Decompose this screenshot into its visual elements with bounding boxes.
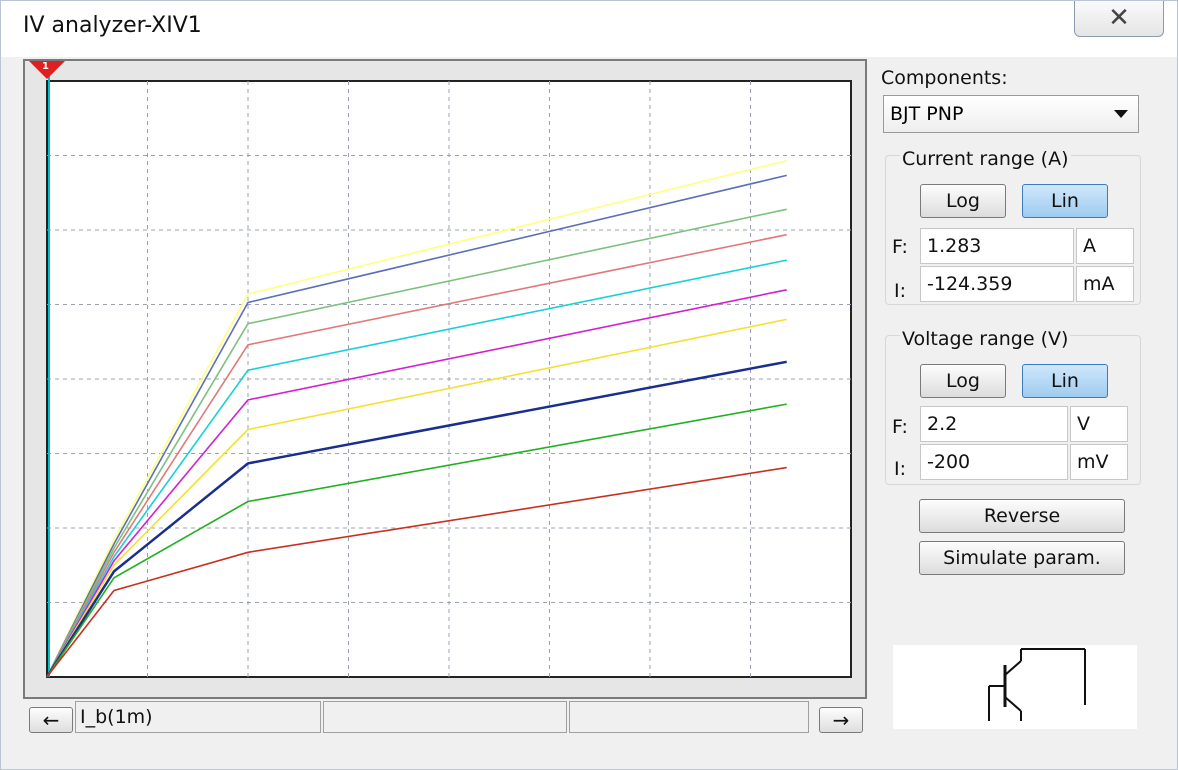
components-label: Components:: [881, 67, 1008, 89]
cursor-marker-label: 1: [42, 61, 49, 72]
window-title: IV analyzer-XIV1: [23, 13, 202, 38]
current-i-input[interactable]: -124.359: [920, 266, 1074, 302]
next-trace-button[interactable]: →: [819, 707, 863, 733]
current-log-button[interactable]: Log: [920, 184, 1006, 218]
current-lin-button[interactable]: Lin: [1022, 184, 1108, 218]
voltage-range-group: Voltage range (V) Log Lin F: 2.2 V I: -2…: [885, 328, 1141, 485]
right-arrow-icon: →: [832, 708, 850, 732]
close-icon: ✕: [1108, 3, 1130, 33]
left-arrow-icon: ←: [42, 708, 60, 732]
current-range-title: Current range (A): [900, 148, 1071, 170]
title-bar: IV analyzer-XIV1 ✕: [1, 1, 1177, 57]
current-range-group: Current range (A) Log Lin F: 1.283 A I: …: [885, 148, 1141, 305]
voltage-lin-button[interactable]: Lin: [1022, 364, 1108, 398]
component-select[interactable]: BJT PNP: [883, 95, 1139, 133]
iv-plot[interactable]: [25, 61, 865, 697]
current-i-unit[interactable]: mA: [1076, 266, 1134, 302]
voltage-i-unit[interactable]: mV: [1070, 444, 1128, 480]
voltage-f-label: F:: [892, 416, 908, 438]
current-f-label: F:: [892, 236, 908, 258]
trace-navigation-bar: ← I_b(1m) →: [23, 699, 867, 741]
reverse-button[interactable]: Reverse: [919, 499, 1125, 533]
voltage-f-unit[interactable]: V: [1070, 406, 1128, 442]
graph-frame: [23, 59, 867, 699]
simulate-param-button[interactable]: Simulate param.: [919, 541, 1125, 575]
chevron-down-icon: [1114, 110, 1128, 118]
voltage-range-title: Voltage range (V): [900, 328, 1071, 350]
voltage-f-input[interactable]: 2.2: [920, 406, 1068, 442]
trace-info-field-3: [569, 701, 809, 733]
current-f-unit[interactable]: A: [1076, 228, 1134, 264]
voltage-i-input[interactable]: -200: [920, 444, 1068, 480]
voltage-log-button[interactable]: Log: [920, 364, 1006, 398]
voltage-i-label: I:: [894, 458, 907, 480]
bjt-pnp-symbol: [893, 645, 1137, 729]
iv-analyzer-window: IV analyzer-XIV1 ✕ 1 ← I_b(1m) → Compone…: [0, 0, 1178, 770]
component-selected-value: BJT PNP: [890, 103, 964, 125]
current-f-input[interactable]: 1.283: [920, 228, 1074, 264]
settings-panel: Components: BJT PNP Current range (A) Lo…: [871, 59, 1165, 739]
trace-label-field: I_b(1m): [75, 701, 321, 733]
current-i-label: I:: [894, 280, 907, 302]
previous-trace-button[interactable]: ←: [29, 707, 73, 733]
trace-info-field-2: [323, 701, 567, 733]
transistor-symbol-icon: [988, 648, 1086, 721]
close-button[interactable]: ✕: [1074, 1, 1164, 37]
